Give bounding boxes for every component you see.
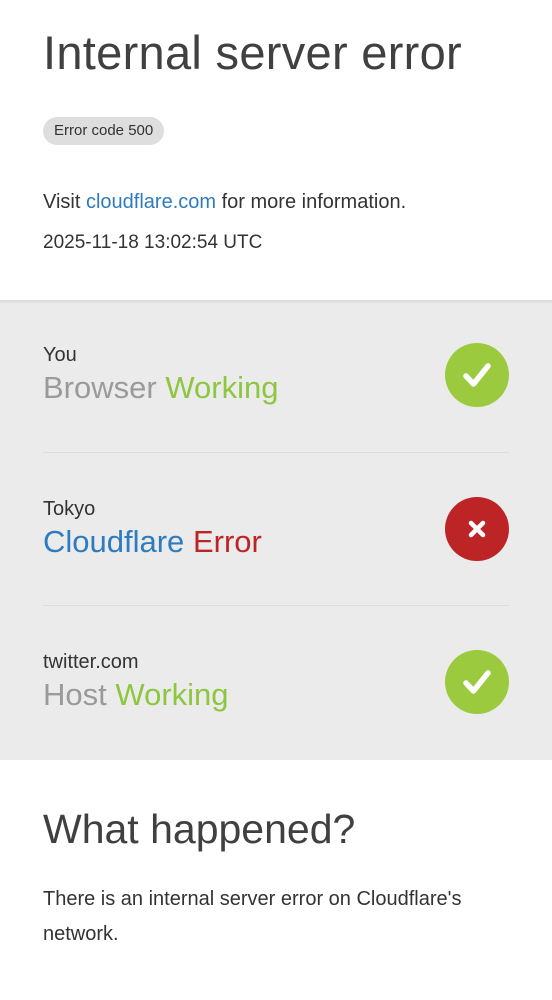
status-name: Browser xyxy=(43,370,157,405)
visit-suffix: for more information. xyxy=(221,191,407,213)
status-state: Working xyxy=(115,677,229,712)
status-state: Working xyxy=(165,370,279,405)
error-header: Internal server error Error code 500 Vis… xyxy=(0,0,552,274)
timestamp: 2025-11-18 13:02:54 UTC xyxy=(43,232,263,253)
status-line: Browser Working xyxy=(43,369,278,407)
error-page: Internal server error Error code 500 Vis… xyxy=(0,0,552,1000)
status-line: Cloudflare Error xyxy=(43,523,262,561)
check-icon xyxy=(445,650,509,714)
status-panel: You Browser Working Tokyo Cloudflare Err… xyxy=(0,300,552,760)
visit-prefix: Visit xyxy=(43,191,81,213)
error-code-badge: Error code 500 xyxy=(43,117,165,145)
divider xyxy=(43,605,509,606)
status-line: Host Working xyxy=(43,676,229,714)
status-row-host: twitter.com Host Working xyxy=(43,650,509,750)
status-location: Tokyo xyxy=(43,498,96,520)
page-title: Internal server error xyxy=(43,26,462,79)
status-row-browser: You Browser Working xyxy=(43,343,509,443)
status-name: Host xyxy=(43,677,107,712)
status-name: Cloudflare xyxy=(43,524,185,559)
x-icon xyxy=(445,497,509,561)
check-icon xyxy=(445,343,509,407)
status-location: twitter.com xyxy=(43,651,139,673)
what-happened-body: There is an internal server error on Clo… xyxy=(43,888,462,945)
status-row-cloudflare: Tokyo Cloudflare Error xyxy=(43,497,509,597)
what-happened-section: What happened? There is an internal serv… xyxy=(0,760,552,952)
divider xyxy=(43,452,509,453)
visit-info: Visit cloudflare.com for more informatio… xyxy=(43,190,509,214)
status-location: You xyxy=(43,344,77,366)
cloudflare-link[interactable]: cloudflare.com xyxy=(86,191,216,213)
what-happened-heading: What happened? xyxy=(43,806,356,852)
status-state: Error xyxy=(192,524,262,559)
